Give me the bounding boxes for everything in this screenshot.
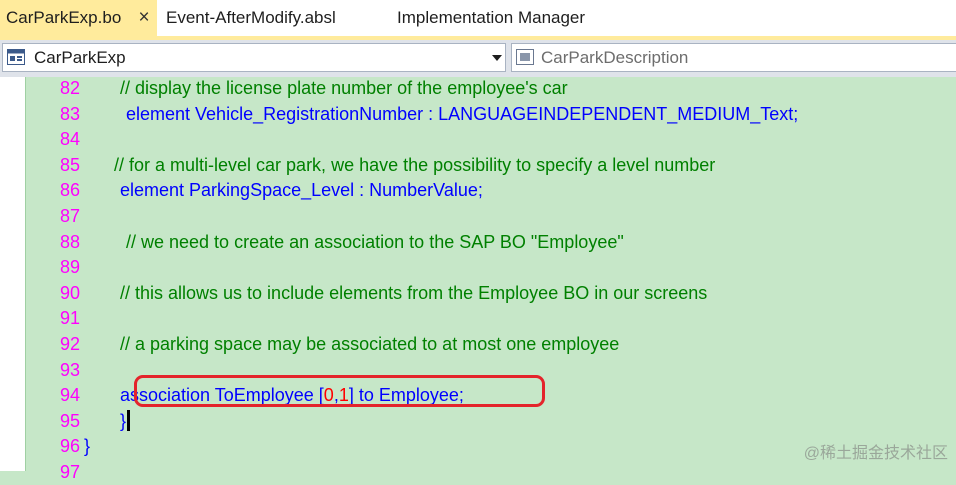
comment-token: // display the license plate number of t… — [120, 78, 568, 98]
text-caret — [127, 409, 131, 431]
line-number: 97 — [59, 462, 80, 482]
line-number: 94 — [59, 385, 80, 406]
line-number: 91 — [59, 308, 80, 329]
navigation-bar: CarParkExp CarParkDescription — [0, 40, 956, 77]
line-number: 90 — [59, 282, 80, 303]
code-line[interactable]: 91 — [26, 306, 956, 331]
line-number: 95 — [59, 410, 80, 431]
comment-token: // we need to create an association to t… — [126, 231, 624, 252]
line-number: 88 — [59, 231, 80, 252]
type-dropdown-value: CarParkExp — [34, 48, 126, 67]
document-tab-strip: CarParkExp.bo × Event-AfterModify.absl I… — [0, 0, 956, 36]
line-number: 96 — [59, 436, 80, 457]
tab-event-aftermodify[interactable]: Event-AfterModify.absl — [166, 0, 336, 34]
code-text: // we need to create an association to t… — [126, 230, 624, 255]
code-text: // for a multi-level car park, we have t… — [114, 153, 715, 178]
code-line[interactable]: 92 // a parking space may be associated t… — [26, 332, 956, 357]
line-number: 92 — [59, 334, 80, 354]
line-number: 85 — [59, 154, 80, 175]
tab-label: Event-AfterModify.absl — [166, 8, 336, 27]
member-dropdown-value: CarParkDescription — [541, 48, 689, 67]
line-number: 86 — [59, 180, 80, 201]
keyword-token: } — [84, 436, 91, 457]
highlight-annotation-box — [134, 375, 545, 407]
tab-label: CarParkExp.bo — [6, 8, 122, 27]
indicator-margin — [0, 77, 25, 471]
code-text: // display the license plate number of t… — [120, 76, 568, 101]
member-icon — [516, 49, 534, 65]
keyword-token: } — [120, 410, 127, 431]
line-number: 82 — [59, 78, 80, 98]
code-text: } — [84, 434, 90, 459]
code-text: // this allows us to include elements fr… — [120, 281, 707, 306]
tab-label: Implementation Manager — [397, 8, 586, 27]
code-line[interactable]: 88 // we need to create an association to… — [26, 230, 956, 255]
tab-carparkexp-bo[interactable]: CarParkExp.bo × — [0, 0, 157, 36]
class-icon — [7, 49, 25, 65]
type-dropdown[interactable]: CarParkExp — [2, 43, 506, 72]
code-line[interactable]: 89 — [26, 255, 956, 280]
comment-token: // for a multi-level car park, we have t… — [114, 154, 716, 175]
watermark-text: @稀土掘金技术社区 — [803, 445, 948, 462]
line-number: 93 — [59, 359, 80, 380]
line-number: 83 — [59, 103, 80, 124]
comment-token: // a parking space may be associated to … — [120, 334, 620, 354]
keyword-token: element ParkingSpace_Level : NumberValue… — [120, 180, 483, 201]
code-text: // a parking space may be associated to … — [120, 332, 619, 357]
tab-implementation-manager[interactable]: Implementation Manager — [397, 0, 585, 34]
code-line[interactable]: 87 — [26, 204, 956, 229]
keyword-token: element Vehicle_RegistrationNumber : LAN… — [126, 103, 799, 124]
code-line[interactable]: 97 — [26, 460, 956, 485]
line-number: 89 — [59, 257, 80, 278]
chevron-down-icon[interactable] — [492, 55, 502, 61]
code-text: } — [120, 409, 131, 434]
code-editor[interactable]: 82 // display the license plate number of… — [0, 76, 956, 482]
close-icon[interactable]: × — [134, 0, 154, 36]
line-number: 84 — [59, 129, 80, 150]
code-line[interactable]: 84 — [26, 127, 956, 152]
code-line[interactable]: 83 element Vehicle_RegistrationNumber : L… — [26, 102, 956, 127]
code-line[interactable]: 90 // this allows us to include elements … — [26, 281, 956, 306]
code-text: element ParkingSpace_Level : NumberValue… — [120, 178, 483, 203]
code-line[interactable]: 82 // display the license plate number of… — [26, 76, 956, 101]
code-line[interactable]: 85 // for a multi-level car park, we have… — [26, 153, 956, 178]
code-line[interactable]: 95} — [26, 409, 956, 434]
member-dropdown[interactable]: CarParkDescription — [511, 43, 956, 72]
comment-token: // this allows us to include elements fr… — [120, 282, 708, 303]
code-text: element Vehicle_RegistrationNumber : LAN… — [126, 102, 798, 127]
line-number: 87 — [59, 206, 80, 226]
code-line[interactable]: 86 element ParkingSpace_Level : NumberVal… — [26, 178, 956, 203]
